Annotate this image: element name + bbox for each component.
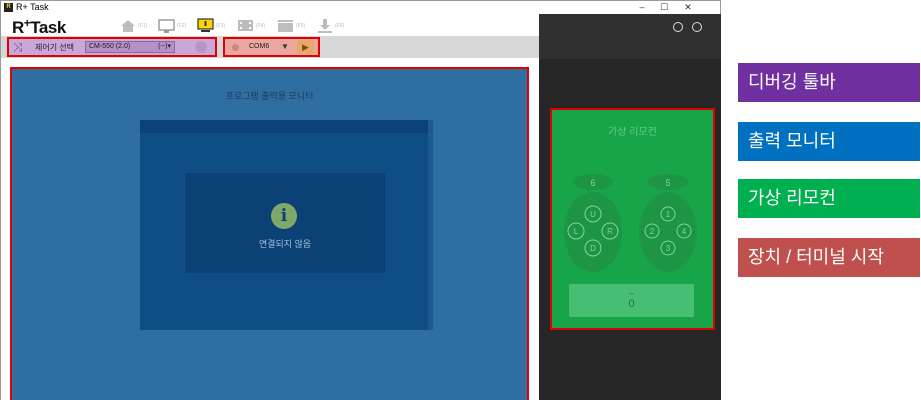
legend-virtual-remote: 가상 리모컨 bbox=[738, 179, 920, 218]
port-status-icon bbox=[232, 44, 239, 51]
nav-program-label: (F2) bbox=[177, 23, 187, 29]
monitor-screen-header bbox=[140, 120, 433, 133]
right-pad-body bbox=[639, 192, 697, 272]
remote-btn-6-label: 6 bbox=[590, 178, 595, 188]
controller-select-group: ⤨ 제어기 선택 CM-550 (2.0) (--)▾ bbox=[7, 37, 217, 57]
controller-select-arrow: (--)▾ bbox=[158, 43, 171, 50]
main-pane: R+Task (F1) (F2) (F3) (F4) (F5) (F6) ⤨ 제… bbox=[1, 14, 539, 400]
connection-status-text: 연결되지 않음 bbox=[258, 239, 312, 249]
controller-select-value: CM-550 (2.0) bbox=[89, 43, 131, 50]
maximize-button[interactable]: ☐ bbox=[653, 1, 675, 14]
settings-icon[interactable] bbox=[195, 41, 207, 53]
remote-btn-3-label: 3 bbox=[666, 244, 671, 253]
nav-home-button[interactable]: (F1) bbox=[119, 18, 153, 34]
rtask-window: R R+ Task – ☐ ✕ R+Task (F1) (F2) (F3) (F… bbox=[0, 0, 721, 400]
logo-r: R bbox=[12, 18, 24, 37]
remote-value-display: – 0 bbox=[569, 284, 694, 317]
nav-debug-label: (F3) bbox=[216, 23, 226, 29]
nav-video-button[interactable]: (F5) bbox=[277, 18, 311, 34]
screenshot: R R+ Task – ☐ ✕ R+Task (F1) (F2) (F3) (F… bbox=[0, 0, 921, 400]
nav-home-label: (F1) bbox=[138, 23, 148, 29]
home-icon bbox=[121, 20, 135, 32]
close-button[interactable]: ✕ bbox=[677, 1, 699, 14]
debug-toolbar: ⤨ 제어기 선택 CM-550 (2.0) (--)▾ COM6 ▼ ▶ bbox=[1, 36, 539, 58]
monitor-screen: i 연결되지 않음 bbox=[140, 120, 433, 330]
monitor-scrollbar[interactable] bbox=[428, 120, 433, 330]
legend-debug-toolbar-label: 디버깅 툴바 bbox=[748, 72, 836, 92]
controller-select-label: 제어기 선택 bbox=[35, 43, 75, 52]
dpad-down-label: D bbox=[590, 244, 596, 253]
shuffle-icon[interactable]: ⤨ bbox=[13, 40, 23, 54]
nav-download-button[interactable]: (F6) bbox=[316, 18, 350, 34]
left-pad-body bbox=[564, 192, 622, 272]
help-icon[interactable] bbox=[673, 22, 683, 32]
title-bar: R R+ Task – ☐ ✕ bbox=[1, 1, 720, 14]
minimize-button[interactable]: – bbox=[631, 1, 653, 14]
remote-btn-1-label: 1 bbox=[666, 210, 671, 219]
remote-btn-4-label: 4 bbox=[682, 227, 687, 236]
nav-motion-button[interactable]: (F4) bbox=[237, 18, 271, 34]
port-start-group: COM6 ▼ ▶ bbox=[223, 37, 320, 57]
remote-value-dash: – bbox=[628, 288, 634, 298]
window-title: R+ Task bbox=[16, 2, 49, 12]
clapperboard-icon bbox=[278, 20, 293, 32]
film-icon bbox=[238, 20, 253, 31]
dpad-up-label: U bbox=[590, 210, 596, 219]
side-pane-header bbox=[539, 14, 721, 59]
nav-motion-label: (F4) bbox=[256, 23, 266, 29]
logo-task: Task bbox=[30, 18, 66, 37]
user-icon[interactable] bbox=[692, 22, 702, 32]
app-logo: R+Task bbox=[12, 16, 66, 38]
port-select[interactable]: COM6 bbox=[249, 43, 269, 50]
side-pane: 가상 리모컨 6 5 U L R D 1 2 4 3 – 0 bbox=[539, 14, 721, 400]
connection-status-panel: i 연결되지 않음 bbox=[185, 173, 385, 273]
virtual-remote: 가상 리모컨 6 5 U L R D 1 2 4 3 – 0 bbox=[550, 108, 715, 330]
legend-device-terminal: 장치 / 터미널 시작 bbox=[738, 238, 920, 277]
controller-extra: (--) bbox=[158, 43, 168, 50]
download-icon bbox=[318, 19, 332, 33]
legend-output-monitor: 출력 모니터 bbox=[738, 122, 920, 161]
nav-program-button[interactable]: (F2) bbox=[158, 18, 192, 34]
controller-select[interactable]: CM-550 (2.0) (--)▾ bbox=[85, 41, 175, 53]
monitor-code-icon bbox=[158, 19, 175, 33]
nav-download-label: (F6) bbox=[335, 23, 345, 29]
output-monitor: 프로그램 출력용 모니터 i 연결되지 않음 bbox=[10, 67, 529, 400]
nav-debug-button[interactable]: (F3) bbox=[197, 18, 231, 34]
remote-btn-5-label: 5 bbox=[665, 178, 670, 188]
chevron-down-icon[interactable]: ▼ bbox=[281, 42, 289, 51]
remote-btn-2-label: 2 bbox=[650, 227, 655, 236]
legend-device-terminal-label: 장치 / 터미널 시작 bbox=[748, 247, 884, 267]
play-button[interactable]: ▶ bbox=[297, 40, 314, 54]
info-icon: i bbox=[271, 203, 297, 229]
remote-value: 0 bbox=[628, 298, 635, 310]
dpad-left-label: L bbox=[574, 227, 579, 236]
legend-debug-toolbar: 디버깅 툴바 bbox=[738, 63, 920, 102]
app-icon: R bbox=[4, 3, 13, 12]
dpad-right-label: R bbox=[607, 227, 613, 236]
monitor-title: 프로그램 출력용 모니터 bbox=[225, 91, 314, 101]
legend-virtual-remote-label: 가상 리모컨 bbox=[748, 188, 836, 208]
nav-video-label: (F5) bbox=[296, 23, 306, 29]
legend-output-monitor-label: 출력 모니터 bbox=[748, 131, 836, 151]
debug-monitor-icon bbox=[197, 18, 214, 32]
